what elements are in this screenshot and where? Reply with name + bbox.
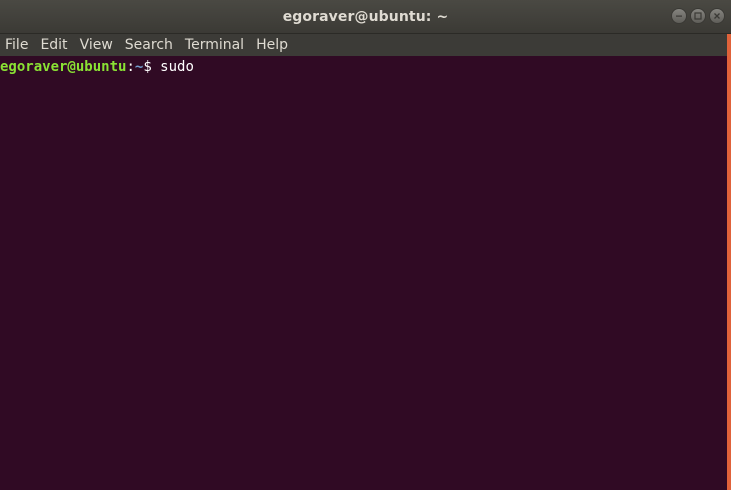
window-controls (671, 8, 725, 24)
close-button[interactable] (709, 8, 725, 24)
command-text: sudo (160, 59, 194, 75)
minimize-icon (676, 15, 682, 17)
terminal-window: egoraver@ubuntu: ~ File Edit View Search… (0, 0, 731, 490)
menu-file[interactable]: File (0, 34, 34, 56)
maximize-button[interactable] (690, 8, 706, 24)
prompt-symbol: $ (143, 59, 161, 75)
prompt-user-host: egoraver@ubuntu (0, 59, 127, 75)
menu-bar: File Edit View Search Terminal Help (0, 34, 727, 56)
terminal-output[interactable]: egoraver@ubuntu:~$ sudo (0, 56, 727, 490)
menu-edit[interactable]: Edit (34, 34, 73, 56)
menu-view[interactable]: View (74, 34, 119, 56)
minimize-button[interactable] (671, 8, 687, 24)
maximize-icon (694, 12, 702, 20)
menu-terminal[interactable]: Terminal (179, 34, 250, 56)
menu-search[interactable]: Search (119, 34, 179, 56)
title-bar[interactable]: egoraver@ubuntu: ~ (0, 0, 731, 34)
window-title: egoraver@ubuntu: ~ (282, 8, 449, 25)
prompt-colon: : (126, 59, 135, 75)
menu-help[interactable]: Help (250, 34, 294, 56)
close-icon (714, 13, 720, 19)
window-edge-accent (727, 34, 731, 490)
